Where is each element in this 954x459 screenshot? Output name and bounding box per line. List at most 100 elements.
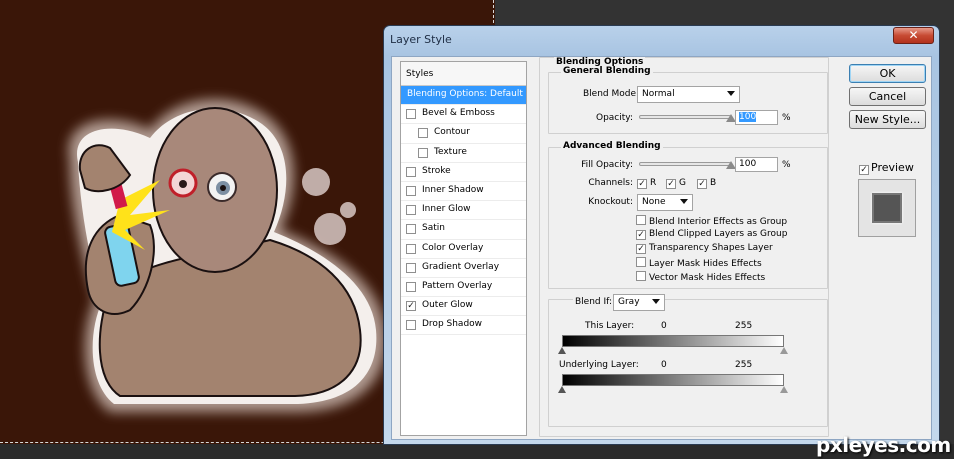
underlying-layer-min: 0 xyxy=(661,360,667,370)
style-checkbox[interactable]: ✓ xyxy=(406,301,416,312)
fill-opacity-slider[interactable] xyxy=(639,162,731,166)
this-layer-gradient[interactable] xyxy=(562,335,784,347)
chevron-down-icon xyxy=(652,299,660,304)
channels-label: Channels: xyxy=(588,178,633,188)
dialog-title: Layer Style xyxy=(390,33,452,46)
style-item-bevel-emboss[interactable]: Bevel & Emboss xyxy=(401,105,526,125)
new-style-button[interactable]: New Style... xyxy=(849,110,926,129)
option-checkbox[interactable]: ✓ xyxy=(636,230,646,240)
preview-checkbox[interactable]: ✓ xyxy=(859,165,869,175)
channel-r-label: R xyxy=(650,178,657,188)
fill-opacity-input[interactable]: 100 xyxy=(735,157,778,172)
styles-list: Styles Blending Options: Default Bevel &… xyxy=(400,61,527,436)
style-checkbox[interactable] xyxy=(406,166,416,177)
option-checkbox[interactable]: ✓ xyxy=(636,244,646,254)
chevron-down-icon xyxy=(680,199,688,204)
style-preview-thumbnail xyxy=(858,179,916,237)
option-checkbox[interactable] xyxy=(636,257,646,267)
style-checkbox[interactable] xyxy=(406,320,416,331)
style-item-inner-shadow[interactable]: Inner Shadow xyxy=(401,182,526,202)
option-blend-interior[interactable]: Blend Interior Effects as Group xyxy=(636,215,787,227)
style-item-texture[interactable]: Texture xyxy=(401,144,526,163)
this-layer-white-marker[interactable] xyxy=(780,347,788,354)
option-label: Layer Mask Hides Effects xyxy=(649,259,762,269)
this-layer-min: 0 xyxy=(661,321,667,331)
style-item-drop-shadow[interactable]: Drop Shadow xyxy=(401,316,526,336)
channel-g-label: G xyxy=(679,178,686,188)
option-transparency-shapes[interactable]: ✓ Transparency Shapes Layer xyxy=(636,243,773,254)
style-checkbox[interactable] xyxy=(418,147,428,158)
style-item-label: Inner Shadow xyxy=(422,184,484,195)
underlying-white-marker[interactable] xyxy=(780,386,788,393)
channel-b[interactable]: ✓ B xyxy=(697,178,716,189)
style-item-pattern-overlay[interactable]: Pattern Overlay xyxy=(401,278,526,298)
style-item-outer-glow[interactable]: ✓ Outer Glow xyxy=(401,297,526,317)
style-item-color-overlay[interactable]: Color Overlay xyxy=(401,240,526,259)
style-item-label: Pattern Overlay xyxy=(422,280,493,291)
general-blending-title: General Blending xyxy=(561,66,653,76)
option-vector-mask[interactable]: Vector Mask Hides Effects xyxy=(636,271,765,283)
cancel-button[interactable]: Cancel xyxy=(849,87,926,106)
option-label: Transparency Shapes Layer xyxy=(649,243,773,253)
this-layer-black-marker[interactable] xyxy=(558,347,566,354)
underlying-layer-gradient[interactable] xyxy=(562,374,784,386)
preview-toggle[interactable]: ✓ Preview xyxy=(859,161,914,175)
blend-if-select[interactable]: Gray xyxy=(613,294,665,311)
opacity-label: Opacity: xyxy=(596,113,633,123)
preview-swatch xyxy=(872,193,902,223)
blend-mode-select[interactable]: Normal xyxy=(637,86,740,103)
option-checkbox[interactable] xyxy=(636,215,646,225)
chevron-down-icon xyxy=(727,91,735,96)
style-item-label: Drop Shadow xyxy=(422,319,483,330)
knockout-value: None xyxy=(642,197,666,207)
style-checkbox[interactable] xyxy=(406,243,416,254)
ok-button[interactable]: OK xyxy=(849,64,926,83)
style-item-label: Outer Glow xyxy=(422,300,473,311)
option-label: Blend Interior Effects as Group xyxy=(649,217,788,227)
preview-label: Preview xyxy=(871,161,914,174)
option-layer-mask[interactable]: Layer Mask Hides Effects xyxy=(636,257,762,269)
opacity-slider[interactable] xyxy=(639,115,731,119)
fill-opacity-value: 100 xyxy=(739,159,757,169)
opacity-value: 100 xyxy=(739,112,757,122)
style-checkbox[interactable] xyxy=(406,185,416,196)
channel-g[interactable]: ✓ G xyxy=(666,178,686,189)
style-item-label: Inner Glow xyxy=(422,204,471,215)
channel-r-checkbox[interactable]: ✓ xyxy=(637,179,647,189)
status-strip xyxy=(0,444,954,459)
option-checkbox[interactable] xyxy=(636,271,646,281)
style-item-label: Gradient Overlay xyxy=(422,261,500,272)
channel-b-checkbox[interactable]: ✓ xyxy=(697,179,707,189)
watermark-text: pxleyes.com xyxy=(816,433,951,457)
style-checkbox[interactable] xyxy=(406,281,416,292)
close-button[interactable]: ✕ xyxy=(893,27,934,44)
underlying-black-marker[interactable] xyxy=(558,386,566,393)
style-checkbox[interactable] xyxy=(406,109,416,120)
blend-if-group: Blend If: Gray This Layer: 0 255 Underly… xyxy=(548,294,828,427)
style-checkbox[interactable] xyxy=(418,128,428,139)
option-label: Blend Clipped Layers as Group xyxy=(649,229,788,239)
channel-r[interactable]: ✓ R xyxy=(637,178,656,189)
style-item-gradient-overlay[interactable]: Gradient Overlay xyxy=(401,259,526,278)
style-checkbox[interactable] xyxy=(406,205,416,216)
style-item-stroke[interactable]: Stroke xyxy=(401,163,526,182)
underlying-layer-label: Underlying Layer: xyxy=(559,360,639,370)
channel-b-label: B xyxy=(710,178,717,188)
style-item-blending-options[interactable]: Blending Options: Default xyxy=(401,86,526,106)
knockout-select[interactable]: None xyxy=(637,194,693,211)
dialog-titlebar[interactable]: Layer Style ✕ xyxy=(384,26,939,53)
style-item-inner-glow[interactable]: Inner Glow xyxy=(401,201,526,221)
style-item-contour[interactable]: Contour xyxy=(401,124,526,144)
fill-opacity-label: Fill Opacity: xyxy=(581,160,633,170)
channel-g-checkbox[interactable]: ✓ xyxy=(666,179,676,189)
option-blend-clipped[interactable]: ✓ Blend Clipped Layers as Group xyxy=(636,229,787,240)
style-item-satin[interactable]: Satin xyxy=(401,220,526,240)
style-item-label: Color Overlay xyxy=(422,242,484,253)
style-checkbox[interactable] xyxy=(406,224,416,235)
styles-header[interactable]: Styles xyxy=(401,62,526,86)
blend-mode-value: Normal xyxy=(642,89,675,99)
style-item-label: Stroke xyxy=(422,165,451,176)
dialog-client: Styles Blending Options: Default Bevel &… xyxy=(391,56,932,440)
style-checkbox[interactable] xyxy=(406,262,416,273)
opacity-input[interactable]: 100 xyxy=(735,110,778,125)
